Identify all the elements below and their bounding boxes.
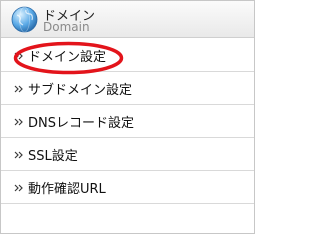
arrow-right-icon [14,184,23,192]
domain-menu-panel: ドメイン Domain ドメイン設定 サブドメイン設定 DNSレコード設定 SS… [0,0,255,234]
menu-item-label: サブドメイン設定 [28,83,133,98]
panel-header: ドメイン Domain [1,1,254,38]
arrow-right-icon [14,85,23,93]
menu-item-subdomain-settings[interactable]: サブドメイン設定 [1,72,254,105]
menu-item-label: ドメイン設定 [28,50,107,65]
menu-item-label: SSL設定 [28,149,78,164]
arrow-right-icon [14,52,23,60]
menu-item-verification-url[interactable]: 動作確認URL [1,171,254,204]
arrow-right-icon [14,118,23,126]
menu-item-label: DNSレコード設定 [28,116,134,131]
menu-item-ssl-settings[interactable]: SSL設定 [1,138,254,171]
page-subtitle: Domain [43,20,90,34]
menu-item-dns-record-settings[interactable]: DNSレコード設定 [1,105,254,138]
menu-list: ドメイン設定 サブドメイン設定 DNSレコード設定 SSL設定 動作確認URL [1,39,254,204]
globe-icon [11,6,38,33]
menu-item-label: 動作確認URL [28,182,106,197]
menu-item-domain-settings[interactable]: ドメイン設定 [1,39,254,72]
arrow-right-icon [14,151,23,159]
